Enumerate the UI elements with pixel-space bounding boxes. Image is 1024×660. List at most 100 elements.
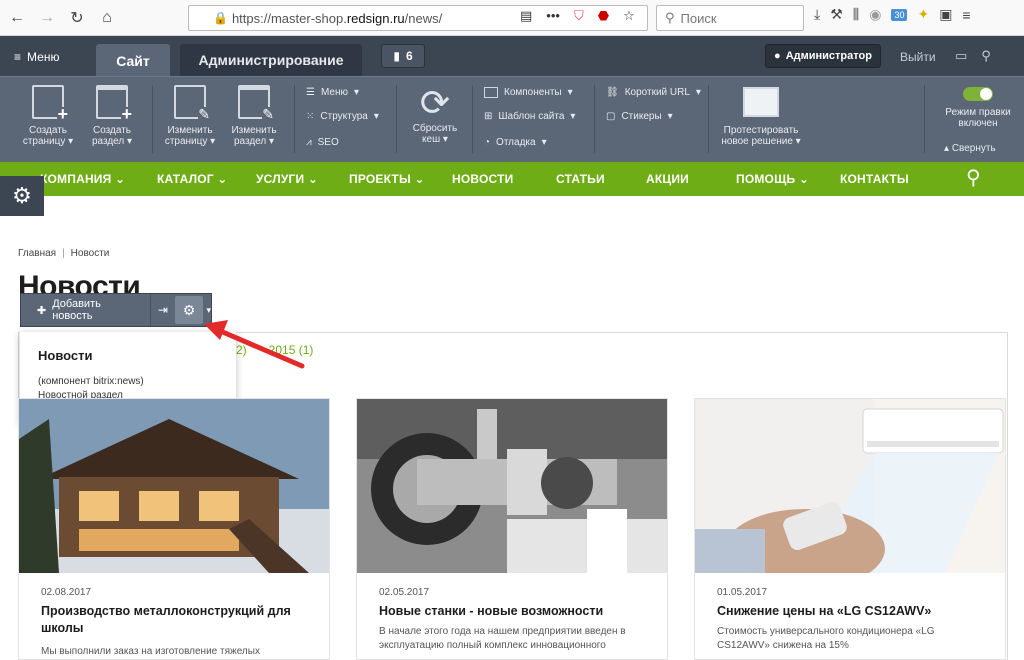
edit-section-label: Изменить раздел bbox=[231, 125, 277, 147]
edit-mode-toggle[interactable]: Режим правки включен bbox=[938, 87, 1018, 129]
reset-cache-label: Сбросить кеш bbox=[412, 123, 458, 145]
tab-site[interactable]: Сайт bbox=[96, 44, 170, 78]
tab-administration[interactable]: Администрирование bbox=[180, 44, 362, 76]
nav-item-projects[interactable]: ПРОЕКТЫ ⌄ bbox=[349, 172, 425, 186]
news-description: Стоимость универсального кондиционера «L… bbox=[717, 626, 935, 651]
news-card[interactable]: 02.05.2017 Новые станки - новые возможно… bbox=[356, 398, 668, 660]
reset-cache-button[interactable]: ⟳ Сбросить кеш ▾ bbox=[404, 83, 466, 146]
news-date: 02.05.2017 bbox=[379, 587, 430, 598]
nav-label: КОНТАКТЫ bbox=[840, 172, 909, 186]
url-path: /news/ bbox=[404, 10, 443, 26]
nav-item-articles[interactable]: СТАТЬИ bbox=[556, 172, 605, 186]
toolbar-separator bbox=[472, 85, 473, 153]
component-icon bbox=[484, 87, 498, 98]
browser-extension-icons: ⤓ ⚒ ⫼ ◉ 30 ✦ ▣ ≡ bbox=[814, 6, 971, 23]
hamburger-icon: ≡ bbox=[14, 50, 22, 64]
nav-item-company[interactable]: КОМПАНИЯ ⌄ bbox=[40, 172, 125, 186]
test-solution-button[interactable]: Протестировать новое решение ▾ bbox=[718, 85, 804, 147]
toolbar-separator bbox=[708, 85, 709, 153]
bulb-icon[interactable]: ✦ bbox=[917, 6, 929, 23]
news-image-house bbox=[19, 399, 329, 573]
news-image-air-conditioner bbox=[695, 399, 1005, 573]
news-date: 02.08.2017 bbox=[41, 587, 92, 598]
menu-action[interactable]: ☰ Меню ▾ bbox=[306, 87, 359, 98]
nav-item-news[interactable]: НОВОСТИ bbox=[452, 172, 513, 186]
debug-label: Отладка bbox=[496, 137, 536, 148]
notifications-count: 6 bbox=[405, 49, 413, 63]
nav-item-contacts[interactable]: КОНТАКТЫ bbox=[840, 172, 909, 186]
news-title[interactable]: Новые станки - новые возможности bbox=[379, 603, 651, 620]
back-icon[interactable]: ← bbox=[4, 5, 30, 31]
news-card[interactable]: 02.08.2017 Производство металлоконструкц… bbox=[18, 398, 330, 660]
ublock-icon[interactable]: ⬣ bbox=[598, 8, 609, 24]
download-icon[interactable]: ⤓ bbox=[814, 6, 820, 23]
components-action[interactable]: Компоненты ▾ bbox=[484, 87, 573, 98]
admin-toolbar: Создать страницу ▾ Создать раздел ▾ Изме… bbox=[0, 76, 1024, 162]
site-template-label: Шаблон сайта bbox=[498, 111, 565, 122]
site-main-nav: КОМПАНИЯ ⌄ КАТАЛОГ ⌄ УСЛУГИ ⌄ ПРОЕКТЫ ⌄ … bbox=[0, 162, 1024, 196]
pin-toolbar-icon[interactable]: ⇥ bbox=[151, 303, 174, 317]
debug-action[interactable]: ◔ Отладка ▾ bbox=[484, 137, 547, 148]
nav-item-help[interactable]: ПОМОЩЬ ⌄ bbox=[736, 172, 809, 186]
stickers-action[interactable]: ▢ Стикеры ▾ bbox=[606, 111, 673, 122]
structure-action[interactable]: ⁙ Структура ▾ bbox=[306, 111, 379, 122]
nav-label: КАТАЛОГ bbox=[157, 172, 214, 186]
list-icon: ☰ bbox=[306, 87, 315, 98]
nav-label: АКЦИИ bbox=[646, 172, 690, 186]
nav-item-promotions[interactable]: АКЦИИ bbox=[646, 172, 689, 186]
chevron-up-icon: ▴ bbox=[944, 143, 950, 154]
sidebar-icon[interactable]: ▣ bbox=[939, 6, 952, 23]
toolbar-separator bbox=[396, 85, 397, 153]
news-title[interactable]: Производство металлоконструкций для школ… bbox=[41, 603, 313, 637]
breadcrumb-home[interactable]: Главная bbox=[18, 248, 56, 259]
reload-icon[interactable]: ↻ bbox=[64, 5, 90, 31]
site-template-action[interactable]: ⊞ Шаблон сайта ▾ bbox=[484, 111, 575, 122]
collapse-toolbar-button[interactable]: ▴ Свернуть bbox=[944, 143, 996, 154]
pocket-icon[interactable]: ⛉ bbox=[574, 8, 584, 24]
browser-search-input[interactable]: ⚲ Поиск bbox=[656, 5, 804, 31]
short-url-action[interactable]: ⛓ Короткий URL ▾ bbox=[606, 87, 701, 98]
edit-page-button[interactable]: Изменить страницу ▾ bbox=[158, 85, 222, 147]
nav-label: СТАТЬИ bbox=[556, 172, 605, 186]
nav-item-catalog[interactable]: КАТАЛОГ ⌄ bbox=[157, 172, 228, 186]
globe-icon[interactable]: ◉ bbox=[869, 6, 881, 23]
news-card[interactable]: 01.05.2017 Снижение цены на «LG CS12AWV»… bbox=[694, 398, 1006, 660]
breadcrumb: Главная | Новости bbox=[18, 248, 109, 259]
news-description: Мы выполнили заказ на изготовление тяжел… bbox=[41, 646, 260, 657]
admin-menu-button[interactable]: ≡ Меню bbox=[14, 50, 59, 64]
tools-icon[interactable]: ⚒ bbox=[830, 6, 843, 23]
structure-label: Структура bbox=[320, 111, 368, 122]
logout-link[interactable]: Выйти bbox=[900, 50, 936, 64]
create-section-button[interactable]: Создать раздел ▾ bbox=[80, 85, 144, 147]
short-url-label: Короткий URL bbox=[624, 87, 690, 98]
breadcrumb-current[interactable]: Новости bbox=[71, 248, 110, 259]
create-page-button[interactable]: Создать страницу ▾ bbox=[16, 85, 80, 147]
library-icon[interactable]: ⫼ bbox=[853, 6, 859, 23]
popup-title: Новости bbox=[38, 348, 93, 363]
pin-panel-icon[interactable]: ⚲ bbox=[981, 48, 991, 64]
edit-folder-icon bbox=[238, 85, 274, 121]
edit-section-button[interactable]: Изменить раздел ▾ bbox=[222, 85, 286, 147]
user-icon: ● bbox=[774, 50, 781, 62]
seo-action[interactable]: ⩘ SEO bbox=[306, 137, 339, 148]
user-button[interactable]: ● Администратор bbox=[765, 44, 881, 68]
nav-label: УСЛУГИ bbox=[256, 172, 305, 186]
bookmark-star-icon[interactable]: ☆ bbox=[623, 8, 635, 24]
home-icon[interactable]: ⌂ bbox=[94, 5, 120, 31]
toggle-switch[interactable] bbox=[963, 87, 993, 101]
mail-badge[interactable]: 30 bbox=[891, 8, 908, 21]
notifications-button[interactable]: ▮ 6 bbox=[381, 44, 425, 68]
panel-settings-icon[interactable]: ▭ bbox=[955, 48, 967, 64]
collapse-label: Свернуть bbox=[951, 143, 996, 154]
add-news-button[interactable]: ✚ Добавить новость bbox=[21, 294, 152, 326]
hamburger-menu-icon[interactable]: ≡ bbox=[962, 7, 970, 23]
stickers-label: Стикеры bbox=[621, 111, 662, 122]
nav-item-services[interactable]: УСЛУГИ ⌄ bbox=[256, 172, 318, 186]
forward-icon[interactable]: → bbox=[34, 5, 60, 31]
news-title[interactable]: Снижение цены на «LG CS12AWV» bbox=[717, 603, 989, 620]
chevron-down-icon[interactable]: ▾ bbox=[206, 305, 211, 316]
site-search-icon[interactable]: ⚲ bbox=[966, 165, 981, 190]
settings-gear-icon[interactable]: ⚙ bbox=[0, 176, 44, 216]
reader-view-icon[interactable]: ▤ bbox=[520, 8, 532, 24]
more-actions-icon[interactable]: ••• bbox=[546, 8, 560, 24]
